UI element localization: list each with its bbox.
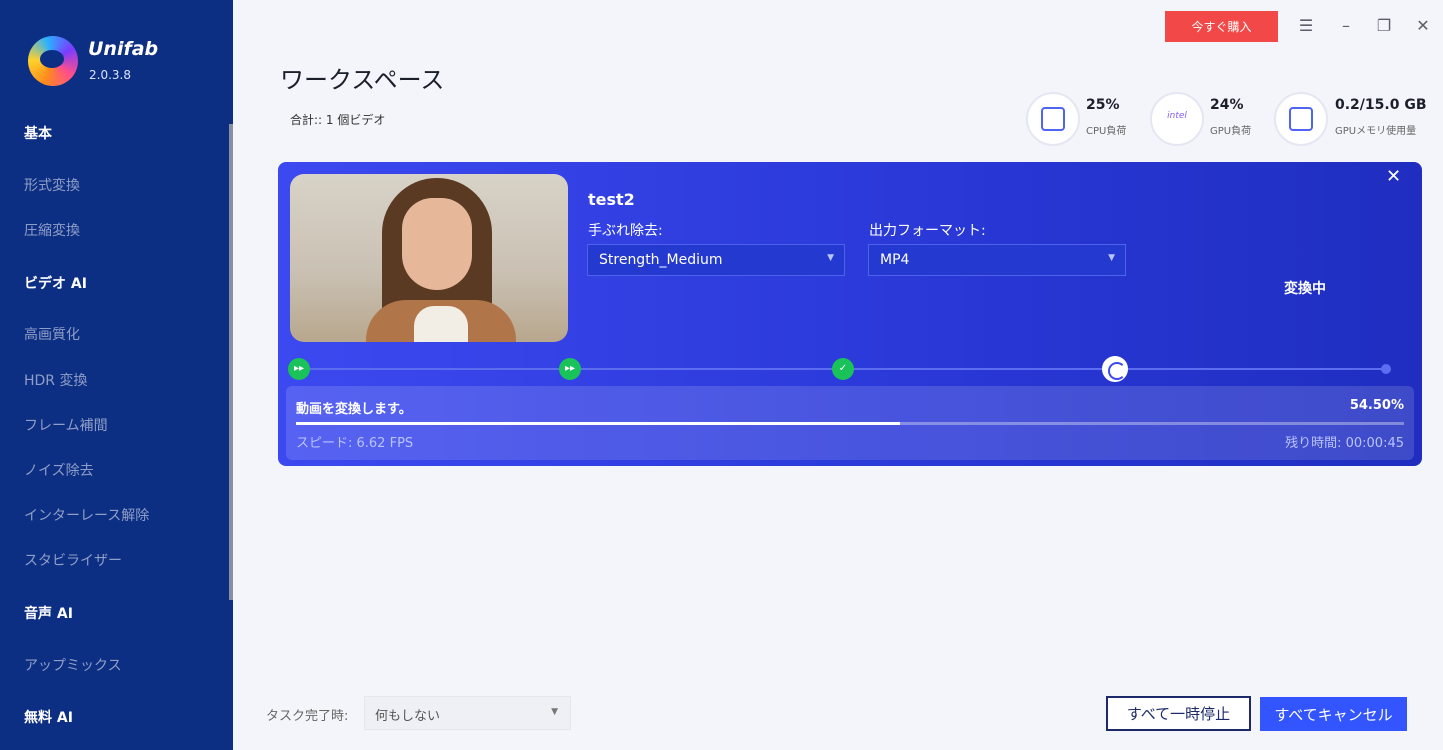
close-icon[interactable]: ✕	[1413, 16, 1433, 36]
sidebar-item-compress[interactable]: 圧縮変換	[24, 220, 80, 240]
progress-title: 動画を変換します。	[296, 402, 412, 417]
sidebar-item-format-convert[interactable]: 形式変換	[24, 175, 80, 195]
app-name: Unifab	[88, 38, 159, 60]
step-done-fast-forward-icon: ▸▸	[288, 358, 310, 380]
sidebar-item-hdr[interactable]: HDR 変換	[24, 370, 88, 390]
sidebar-item-upmix[interactable]: アップミックス	[24, 655, 122, 675]
step-done-check-icon: ✓	[832, 358, 854, 380]
page-title: ワークスペース	[280, 66, 445, 94]
buy-now-button[interactable]: 今すぐ購入	[1165, 11, 1278, 42]
sidebar-scrollbar[interactable]	[229, 124, 233, 600]
app-logo-icon	[28, 36, 78, 86]
menu-icon[interactable]: ☰	[1296, 16, 1316, 36]
pause-all-button[interactable]: すべて一時停止	[1106, 696, 1251, 731]
sidebar-section-audio-ai[interactable]: 音声 AI	[24, 603, 73, 623]
deshake-label: 手ぶれ除去:	[588, 223, 663, 239]
intel-icon: intel	[1167, 111, 1187, 121]
output-format-label: 出力フォーマット:	[869, 223, 986, 239]
output-format-value: MP4	[880, 252, 910, 268]
step-in-progress-spinner-icon	[1102, 356, 1128, 382]
sidebar-item-denoise[interactable]: ノイズ除去	[24, 460, 94, 480]
total-count: 合計:: 1 個ビデオ	[290, 113, 386, 127]
memory-icon	[1289, 107, 1313, 131]
task-name: test2	[588, 190, 635, 209]
minimize-icon[interactable]: –	[1336, 16, 1356, 36]
chevron-down-icon: ▼	[551, 707, 558, 717]
remove-task-close-icon[interactable]: ✕	[1386, 166, 1401, 187]
progress-bar-fill	[296, 422, 900, 425]
remaining-time: 残り時間: 00:00:45	[1285, 436, 1404, 451]
progress-panel: 動画を変換します。 54.50% スピード: 6.62 FPS 残り時間: 00…	[286, 386, 1414, 460]
deshake-select[interactable]: Strength_Medium ▼	[587, 244, 845, 276]
thumbnail-face	[402, 198, 472, 290]
gpu-gauge: intel	[1150, 92, 1204, 146]
sidebar-item-stabilizer[interactable]: スタビライザー	[24, 550, 122, 570]
on-complete-value: 何もしない	[375, 709, 441, 724]
cpu-gauge	[1026, 92, 1080, 146]
sidebar-section-video-ai[interactable]: ビデオ AI	[24, 273, 87, 293]
deshake-value: Strength_Medium	[599, 252, 723, 268]
cancel-all-button[interactable]: すべてキャンセル	[1260, 697, 1407, 731]
sidebar-item-frame-interpolation[interactable]: フレーム補間	[24, 415, 108, 435]
progress-bar	[296, 422, 1404, 425]
app-version: 2.0.3.8	[89, 68, 131, 82]
restore-icon[interactable]: ❐	[1374, 16, 1394, 36]
speed-readout: スピード: 6.62 FPS	[296, 436, 414, 451]
step-done-fast-forward-icon: ▸▸	[559, 358, 581, 380]
sidebar-section-free-ai[interactable]: 無料 AI	[24, 707, 73, 727]
sidebar-item-deinterlace[interactable]: インターレース解除	[24, 505, 149, 525]
on-complete-label: タスク完了時:	[266, 709, 349, 724]
on-complete-select[interactable]: 何もしない ▼	[364, 696, 571, 730]
chevron-down-icon: ▼	[1108, 253, 1115, 263]
cpu-icon	[1041, 107, 1065, 131]
cpu-label: CPU負荷	[1086, 126, 1127, 137]
video-thumbnail[interactable]	[290, 174, 568, 342]
progress-percent: 54.50%	[1349, 398, 1404, 413]
sidebar: Unifab 2.0.3.8 基本 形式変換 圧縮変換 ビデオ AI 高画質化 …	[0, 0, 233, 750]
sidebar-section-basic[interactable]: 基本	[24, 123, 52, 143]
sidebar-item-upscale[interactable]: 高画質化	[24, 324, 80, 344]
task-card: test2 手ぶれ除去: Strength_Medium ▼ 出力フォーマット:…	[278, 162, 1422, 466]
gpu-label: GPU負荷	[1210, 126, 1252, 137]
gpu-memory-label: GPUメモリ使用量	[1335, 126, 1417, 137]
gpu-memory-gauge	[1274, 92, 1328, 146]
step-pending-dot-icon	[1381, 364, 1391, 374]
cpu-value: 25%	[1086, 97, 1120, 113]
thumbnail-tee	[414, 306, 468, 342]
gpu-memory-value: 0.2/15.0 GB	[1335, 97, 1427, 113]
task-state: 変換中	[1284, 281, 1326, 297]
gpu-value: 24%	[1210, 97, 1244, 113]
output-format-select[interactable]: MP4 ▼	[868, 244, 1126, 276]
chevron-down-icon: ▼	[827, 253, 834, 263]
